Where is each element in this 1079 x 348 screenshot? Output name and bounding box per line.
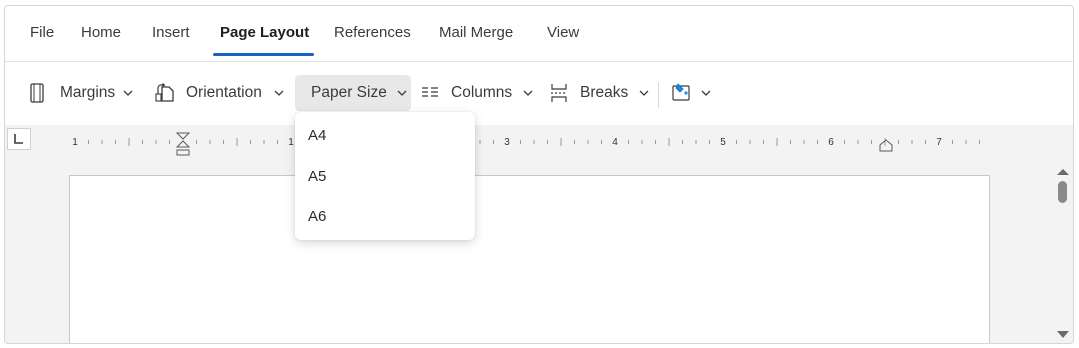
margins-icon [29,83,45,103]
paper-size-option-a4[interactable]: A4 [308,127,326,144]
chevron-down-icon [523,90,533,96]
chevron-down-icon [123,90,133,96]
tab-mail-merge[interactable]: Mail Merge [439,24,513,41]
chevron-down-icon [397,90,407,96]
page-color-icon [672,83,694,103]
ribbon-tab-bar: File Home Insert Page Layout References … [5,6,1073,62]
orientation-label: Orientation [186,84,262,101]
horizontal-ruler[interactable]: 1 1 3 4 5 6 7 [65,127,991,157]
ruler-number: 1 [288,137,294,148]
page-layout-toolbar: Margins Orientation Paper Size Columns B… [5,62,1073,125]
ruler-number: 4 [612,137,618,148]
page-color-button[interactable] [672,75,711,111]
breaks-label: Breaks [580,84,629,101]
chevron-down-icon [701,90,711,96]
paper-size-option-a5[interactable]: A5 [308,168,326,185]
columns-icon [421,86,439,100]
tab-file[interactable]: File [30,24,54,41]
orientation-icon [155,83,175,103]
tab-stop-selector[interactable] [7,128,31,150]
tab-home[interactable]: Home [81,24,121,41]
right-indent-marker[interactable] [879,139,893,152]
first-line-indent-marker[interactable] [175,132,191,156]
document-area: 1 1 3 4 5 6 7 [5,125,1073,343]
scroll-up-arrow-icon [1057,169,1069,175]
columns-button[interactable]: Columns [421,75,533,111]
document-page[interactable] [69,175,990,343]
chevron-down-icon [274,90,284,96]
ruler-number: 7 [936,137,942,148]
breaks-button[interactable]: Breaks [550,75,649,111]
chevron-down-icon [639,90,649,96]
document-editor: File Home Insert Page Layout References … [4,5,1074,344]
margins-button[interactable]: Margins [29,75,133,111]
active-tab-indicator [213,53,314,56]
scroll-thumb [1058,181,1067,203]
orientation-button[interactable]: Orientation [155,75,284,111]
ruler-number: 6 [828,137,834,148]
vertical-scrollbar[interactable] [1053,161,1073,343]
tab-insert[interactable]: Insert [152,24,190,41]
ruler-number: 5 [720,137,726,148]
scroll-down-arrow-icon [1057,331,1069,338]
toolbar-divider [658,82,659,108]
columns-label: Columns [451,84,513,101]
ruler-number: 1 [72,137,78,148]
ruler-number: 3 [504,137,510,148]
paper-size-button[interactable]: Paper Size [295,75,411,111]
margins-label: Margins [60,84,116,101]
paper-size-label: Paper Size [311,84,387,101]
paper-size-option-a6[interactable]: A6 [308,208,326,225]
paper-size-dropdown: A4 A5 A6 [295,112,475,240]
tab-page-layout[interactable]: Page Layout [220,24,309,41]
tab-view[interactable]: View [547,24,579,41]
tab-references[interactable]: References [334,24,411,41]
breaks-icon [550,83,568,103]
